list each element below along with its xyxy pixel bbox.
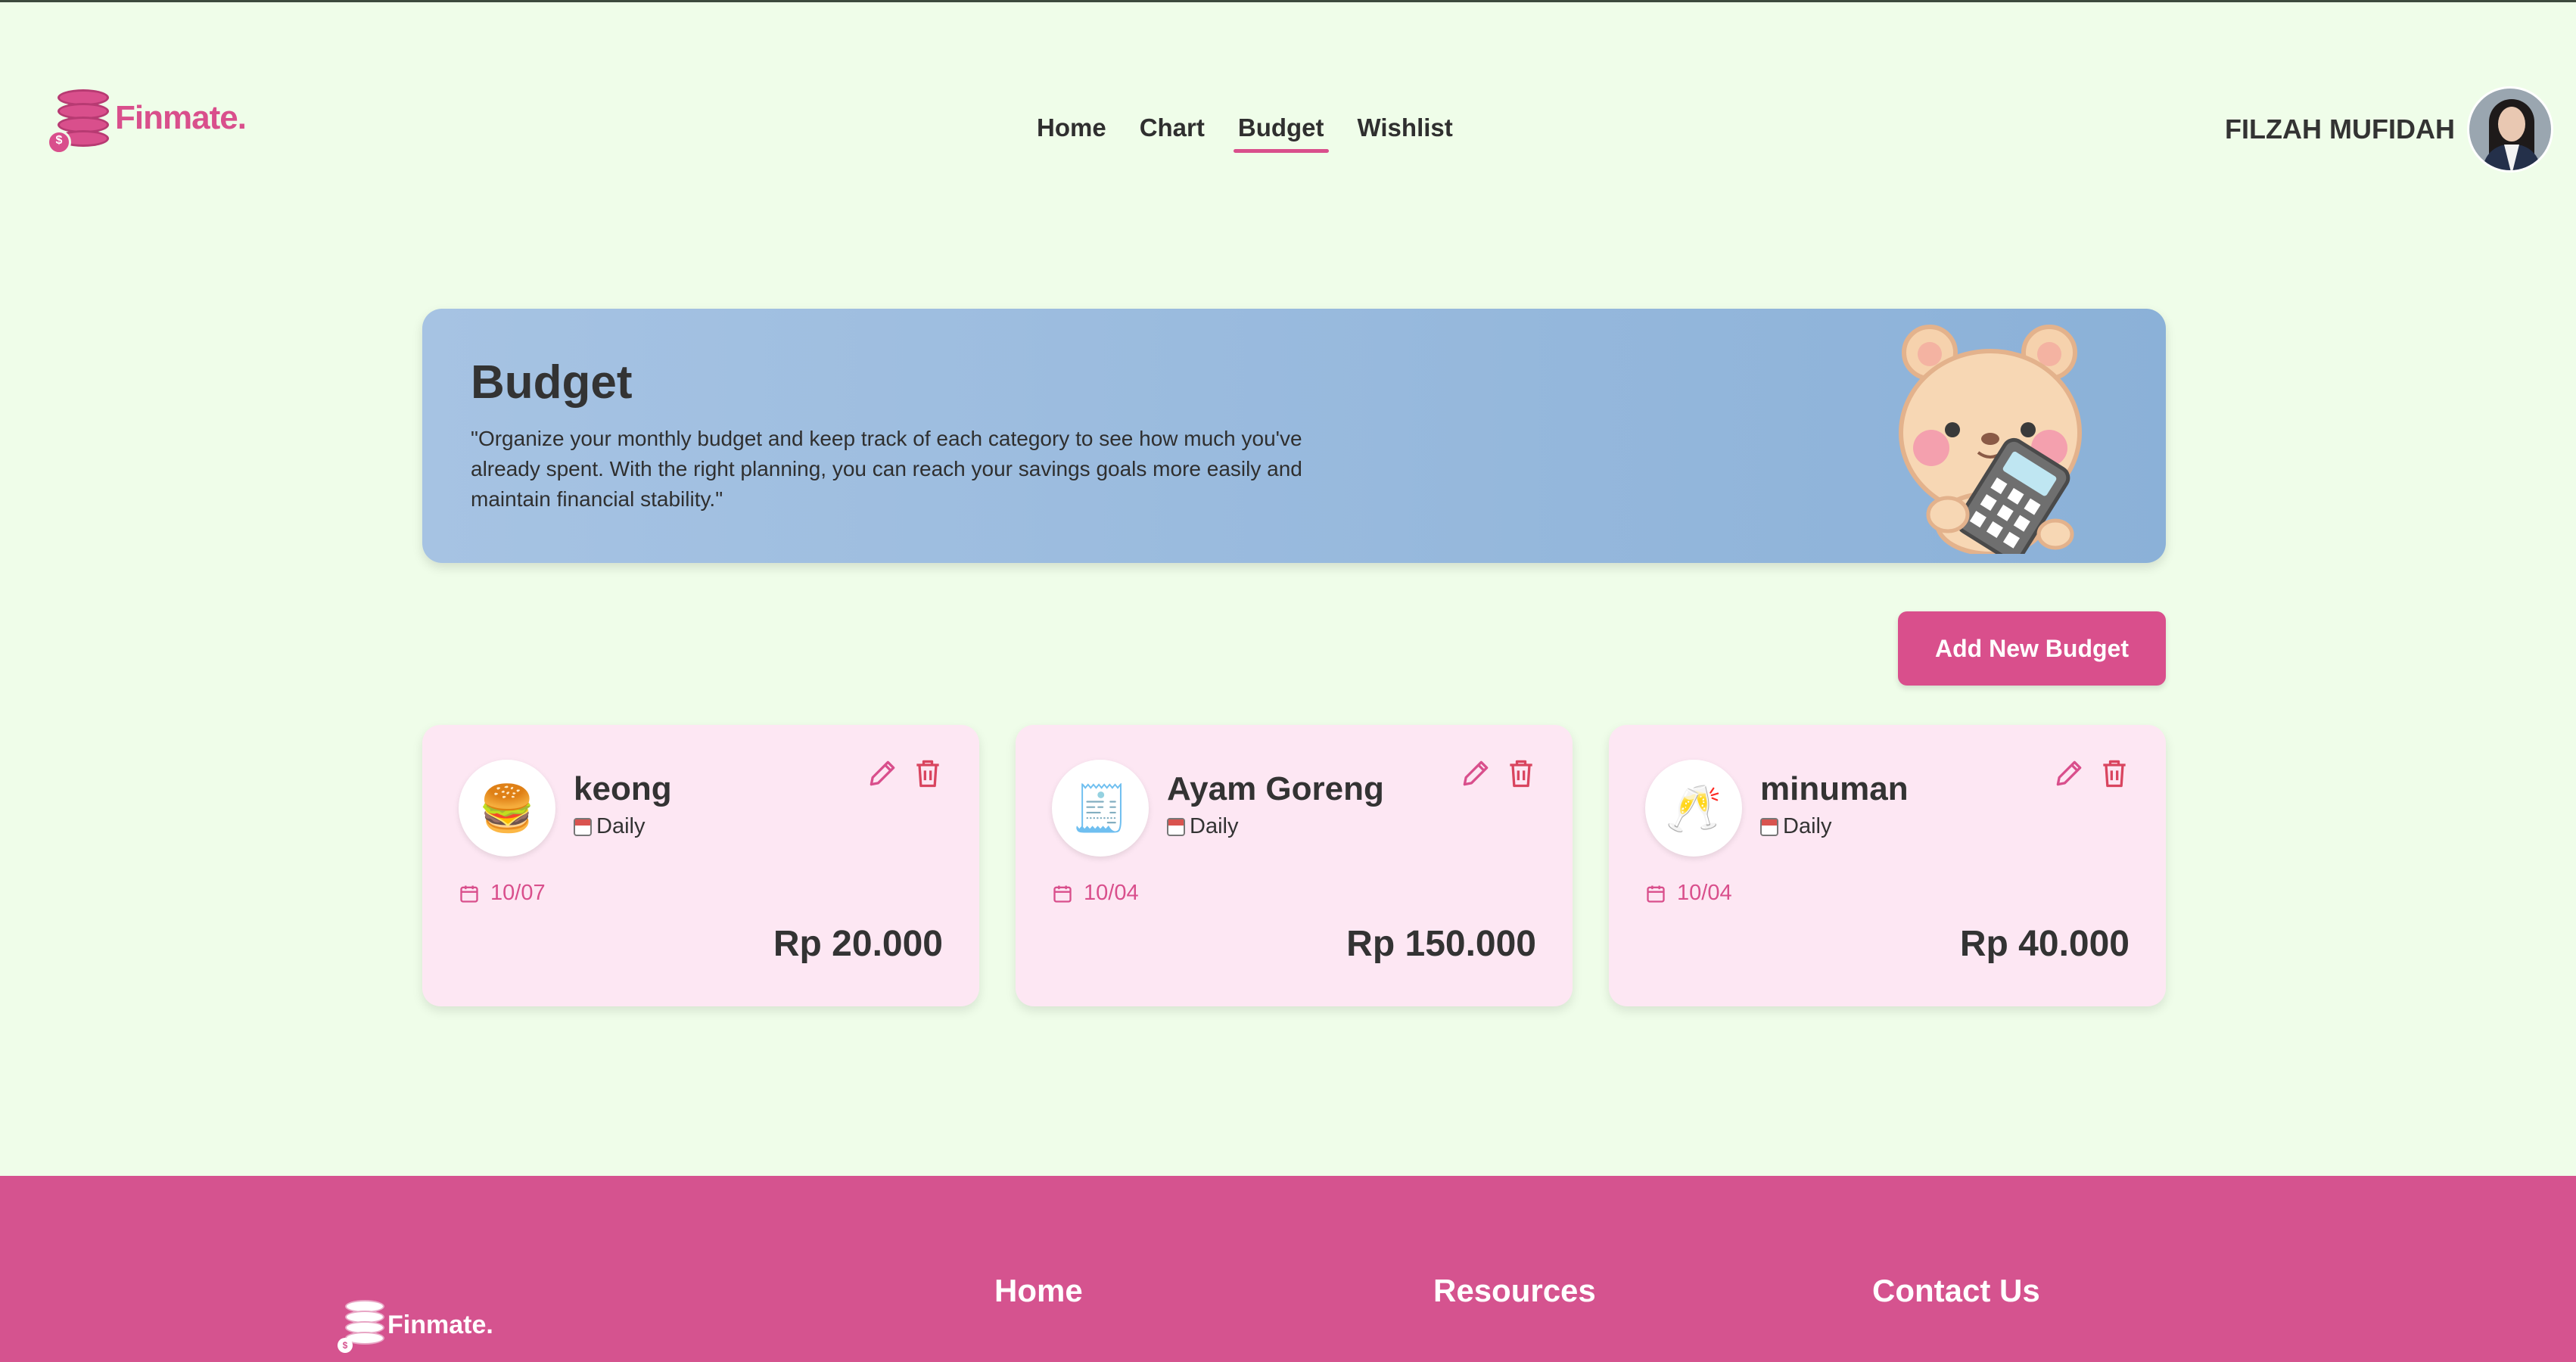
add-new-budget-button[interactable]: Add New Budget [1898, 611, 2166, 686]
budget-title: Ayam Goreng [1167, 770, 1384, 807]
calendar-icon [1647, 885, 1665, 903]
calendar-icon [1053, 885, 1072, 903]
footer-contact-heading[interactable]: Contact Us [1872, 1273, 2040, 1309]
drinks-icon: 🥂 [1645, 760, 1742, 857]
receipt-icon: 🧾 [1052, 760, 1149, 857]
nav-wishlist[interactable]: Wishlist [1358, 114, 1453, 153]
delete-icon[interactable] [1504, 757, 1538, 790]
budget-date: 10/07 [459, 881, 546, 906]
budget-card[interactable]: 🍔 keong Daily 10/07 Rp 20.000 [422, 725, 979, 1006]
edit-icon[interactable] [866, 757, 899, 790]
budget-date: 10/04 [1052, 881, 1139, 906]
burger-icon: 🍔 [459, 760, 555, 857]
calendar-emoji-icon [1760, 817, 1778, 836]
coins-icon: $ [47, 82, 112, 154]
top-border [0, 0, 2576, 2]
page-title: Budget [471, 356, 633, 409]
budget-frequency: Daily [574, 814, 645, 839]
footer-resources-heading[interactable]: Resources [1433, 1273, 1596, 1309]
footer-brand-name: Finmate. [387, 1310, 493, 1339]
edit-icon[interactable] [2052, 757, 2086, 790]
user-name: FILZAH MUFIDAH [2225, 114, 2455, 145]
card-actions [866, 757, 944, 790]
footer: $ Finmate. [0, 1176, 2576, 1362]
card-actions [1459, 757, 1538, 790]
edit-icon[interactable] [1459, 757, 1492, 790]
delete-icon[interactable] [911, 757, 944, 790]
budget-frequency: Daily [1167, 814, 1238, 839]
avatar[interactable] [2467, 86, 2553, 173]
footer-brand-logo[interactable]: $ Finmate. [338, 1297, 493, 1353]
budget-amount: Rp 40.000 [1959, 924, 2130, 964]
date-label: 10/07 [490, 881, 546, 905]
bear-calculator-illustration [1899, 325, 2082, 554]
delete-icon[interactable] [2098, 757, 2131, 790]
nav-chart[interactable]: Chart [1140, 114, 1205, 153]
brand-logo[interactable]: $ Finmate. [47, 82, 247, 154]
frequency-label: Daily [596, 814, 646, 838]
calendar-emoji-icon [1167, 817, 1185, 836]
nav-home[interactable]: Home [1037, 114, 1106, 153]
budget-hero-banner: Budget "Organize your monthly budget and… [422, 309, 2166, 563]
card-actions [2052, 757, 2131, 790]
user-menu[interactable]: FILZAH MUFIDAH [2225, 86, 2553, 173]
budget-card[interactable]: 🥂 minuman Daily 10/04 Rp 40.000 [1609, 725, 2166, 1006]
budget-amount: Rp 150.000 [1346, 924, 1536, 964]
budget-title: keong [574, 770, 672, 807]
hero-description: "Organize your monthly budget and keep t… [471, 427, 1302, 511]
calendar-icon [460, 885, 478, 903]
main-nav: Home Chart Budget Wishlist [1037, 114, 1453, 153]
calendar-emoji-icon [574, 817, 592, 836]
frequency-label: Daily [1783, 814, 1832, 838]
budget-title: minuman [1760, 770, 1909, 807]
brand-name: Finmate. [115, 99, 247, 136]
nav-budget[interactable]: Budget [1233, 114, 1329, 153]
budget-amount: Rp 20.000 [773, 924, 943, 964]
budget-date: 10/04 [1645, 881, 1732, 906]
frequency-label: Daily [1190, 814, 1239, 838]
coins-icon: $ [338, 1297, 386, 1353]
date-label: 10/04 [1677, 881, 1732, 905]
budget-card[interactable]: 🧾 Ayam Goreng Daily 10/04 Rp 150.000 [1016, 725, 1573, 1006]
date-label: 10/04 [1084, 881, 1139, 905]
footer-home-heading[interactable]: Home [994, 1273, 1083, 1309]
budget-frequency: Daily [1760, 814, 1831, 839]
